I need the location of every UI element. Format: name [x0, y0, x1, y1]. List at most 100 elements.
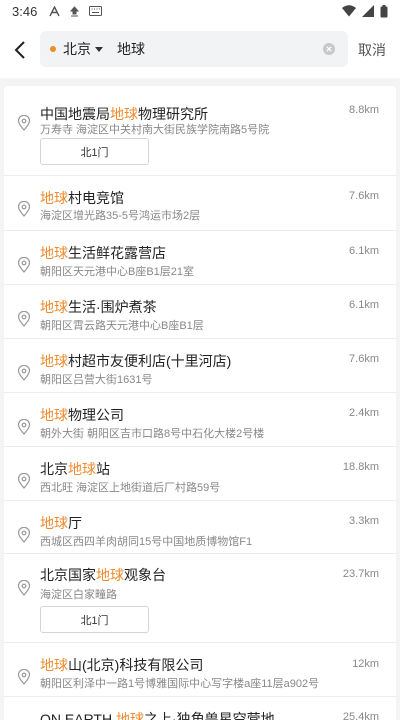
result-item[interactable]: 地球厅西城区西四羊肉胡同15号中国地质博物馆F1 3.3km [4, 501, 396, 554]
title-highlight: 地球 [40, 657, 68, 673]
search-box[interactable]: 北京 地球 [40, 31, 348, 67]
result-item[interactable]: 地球物理公司朝外大街 朝阳区吉市口路8号中石化大楼2号楼 2.4km [4, 393, 396, 447]
result-title: 北京国家地球观象台 [40, 565, 166, 585]
title-highlight: 地球 [96, 567, 124, 583]
result-item[interactable]: 地球村超市友便利店(十里河店) 朝阳区吕营大街1631号 7.6km [4, 339, 396, 393]
location-pin-icon [17, 472, 31, 489]
location-pin-icon [17, 200, 31, 217]
status-bar: 3:46 [0, 0, 400, 22]
result-item[interactable]: 北京国家地球观象台 海淀区白家疃路 23.7km 北1门 [4, 554, 396, 643]
result-distance: 7.6km [349, 353, 379, 365]
result-item[interactable]: 地球山(北京)科技有限公司朝阳区利泽中一路1号博雅国际中心写字楼a座11层a90… [4, 643, 396, 697]
title-suffix: 村超市友便利店(十里河店) [68, 353, 232, 369]
result-address: 朝阳区天元港中心B座B1层21室 [40, 266, 195, 278]
location-pin-icon [17, 526, 31, 543]
title-highlight: 地球 [115, 711, 144, 720]
location-pin-icon [17, 364, 31, 381]
result-title: 北京地球站 [40, 459, 110, 479]
signal-icon [362, 5, 374, 17]
result-address: 朝外大街 朝阳区吉市口路8号中石化大楼2号楼 [40, 428, 265, 440]
result-address: 西城区西四羊肉胡同15号中国地质博物馆F1 [40, 536, 253, 548]
result-distance: 3.3km [349, 515, 379, 527]
wifi-icon [342, 5, 356, 17]
result-distance: 23.7km [342, 568, 379, 580]
title-highlight: 地球 [40, 353, 68, 369]
result-address: 朝阳区吕营大街1631号 [40, 374, 153, 386]
title-suffix: 之上·独角兽星空营地 [143, 711, 275, 720]
search-header: 北京 地球 取消 [0, 22, 400, 78]
result-item[interactable]: 地球村电竞馆海淀区增光路35-5号鸿运市场2层 7.6km [4, 176, 396, 231]
result-title: 地球厅 [40, 513, 82, 533]
back-button[interactable] [0, 22, 40, 78]
result-distance: 12km [352, 658, 379, 670]
result-title: 地球生活鲜花露营店 [40, 243, 166, 263]
location-pin-icon [17, 256, 31, 273]
result-item[interactable]: 地球生活鲜花露营店朝阳区天元港中心B座B1层21室 6.1km [4, 231, 396, 285]
clear-button[interactable] [318, 38, 340, 60]
title-suffix: 物理研究所 [138, 106, 208, 122]
title-prefix: 中国地震局 [40, 106, 110, 122]
result-address: 西北旺 海淀区上地街道后厂村路59号 [40, 482, 221, 494]
title-prefix: 北京 [40, 461, 68, 477]
location-dot-icon [50, 46, 56, 52]
result-item[interactable]: 中国地震局地球物理研究所万寿寺 海淀区中关村南大街民族学院南路5号院 8.8km 北… [4, 86, 396, 176]
title-highlight: 地球 [40, 407, 68, 423]
result-title: 地球山(北京)科技有限公司 [40, 655, 203, 675]
result-address: 朝阳区利泽中一路1号博雅国际中心写字楼a座11层a902号 [40, 678, 320, 690]
keyboard-icon [89, 6, 103, 16]
title-suffix: 山(北京)科技有限公司 [68, 657, 204, 673]
location-pin-icon [17, 310, 31, 327]
results-list: 中国地震局地球物理研究所 万寿寺 海淀区中关村南大街民族学院南路5号院 8.8km 北… [4, 86, 396, 720]
result-distance: 2.4km [349, 407, 379, 419]
a-icon [49, 5, 60, 17]
title-highlight: 地球 [40, 515, 68, 531]
title-prefix: ON EARTH [40, 711, 116, 720]
result-address: 万寿寺 海淀区中关村南大街民族学院南路5号院 [40, 124, 270, 136]
result-distance: 25.4km [342, 711, 379, 720]
title-prefix: 北京国家 [40, 567, 96, 583]
result-address: 朝阳区霄云路天元港中心B座B1层 [40, 320, 204, 332]
title-highlight: 地球 [40, 245, 68, 261]
title-highlight: 地球 [68, 461, 96, 477]
result-distance: 8.8km [349, 104, 379, 116]
search-input[interactable]: 地球 [117, 39, 318, 59]
result-item[interactable]: 地球生活·围炉煮茶朝阳区霄云路天元港中心B座B1层 6.1km [4, 285, 396, 339]
title-highlight: 地球 [40, 299, 68, 315]
result-address: 海淀区白家疃路 [40, 589, 117, 601]
title-highlight: 地球 [110, 106, 138, 122]
result-distance: 6.1km [349, 299, 379, 311]
result-title: 地球生活·围炉煮茶 [40, 297, 157, 317]
result-title: 地球村电竞馆 [40, 188, 124, 208]
title-highlight: 地球 [40, 190, 68, 206]
result-distance: 18.8km [342, 461, 379, 473]
cancel-button[interactable]: 取消 [358, 40, 386, 60]
title-suffix: 生活·围炉煮茶 [68, 299, 157, 315]
result-title: 地球物理公司 [40, 405, 124, 425]
location-pin-icon [17, 579, 31, 596]
title-suffix: 生活鲜花露营店 [68, 245, 166, 261]
location-pin-icon [17, 418, 31, 435]
result-item[interactable]: ON EARTH 地球之上·独角兽星空营地 25.4km [4, 697, 396, 720]
entrance-button[interactable]: 北1门 [40, 138, 149, 165]
title-suffix: 站 [96, 461, 110, 477]
result-distance: 7.6km [349, 190, 379, 202]
battery-icon [380, 4, 388, 18]
title-suffix: 村电竞馆 [68, 190, 124, 206]
location-pin-icon [17, 114, 31, 131]
result-item[interactable]: 北京地球站西北旺 海淀区上地街道后厂村路59号 18.8km [4, 447, 396, 501]
caret-down-icon[interactable] [95, 46, 103, 52]
location-pin-icon [17, 668, 31, 685]
city-selector[interactable]: 北京 [63, 39, 91, 59]
entrance-button[interactable]: 北1门 [40, 606, 149, 633]
clear-icon [323, 43, 335, 55]
result-distance: 6.1km [349, 245, 379, 257]
upload-icon [69, 5, 80, 17]
result-title: 地球村超市友便利店(十里河店) [40, 351, 231, 371]
status-time: 3:46 [12, 3, 38, 19]
title-suffix: 物理公司 [68, 407, 124, 423]
result-title: ON EARTH 地球之上·独角兽星空营地 [40, 709, 275, 720]
title-suffix: 厅 [68, 515, 82, 531]
back-arrow-icon [14, 41, 25, 59]
title-suffix: 观象台 [124, 567, 166, 583]
result-address: 海淀区增光路35-5号鸿运市场2层 [40, 210, 201, 222]
